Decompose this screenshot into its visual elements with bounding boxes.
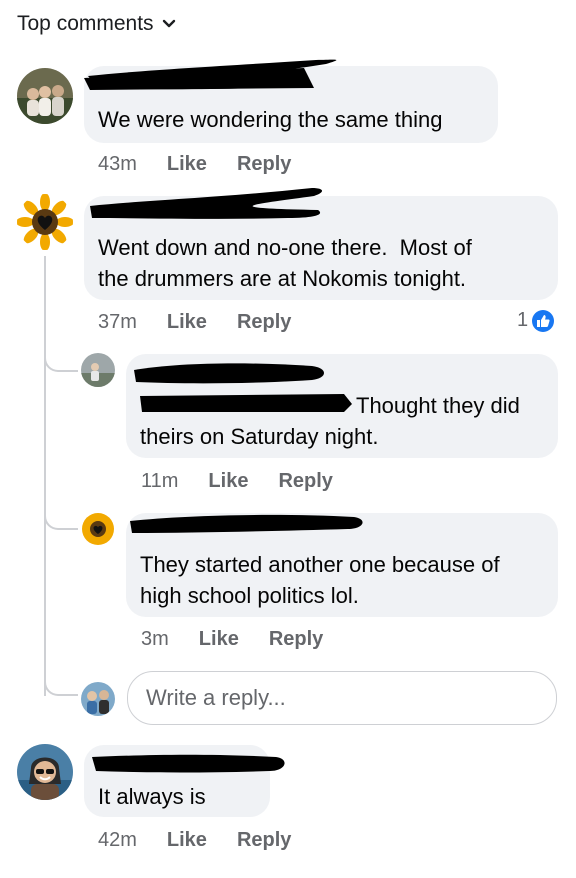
reply-text: They started another one because of high…	[140, 552, 500, 608]
avatar	[81, 682, 115, 716]
comment-bubble: It always is	[84, 745, 285, 817]
redacted-name	[92, 754, 285, 773]
reply-meta: 11m Like Reply	[141, 470, 333, 493]
reply-text: Thought they did theirs on Saturday nigh…	[140, 393, 520, 449]
reply-button[interactable]: Reply	[237, 829, 291, 852]
like-button[interactable]: Like	[167, 311, 207, 334]
like-button[interactable]: Like	[199, 628, 239, 651]
reply-button[interactable]: Reply	[269, 628, 323, 651]
reaction-count: 1	[517, 309, 529, 331]
like-button[interactable]: Like	[167, 153, 207, 176]
comment-text: We were wondering the same thing	[98, 107, 443, 132]
comment-time: 37m	[98, 311, 137, 333]
comment-text: It always is	[98, 784, 206, 809]
comment-meta: 37m Like Reply	[98, 311, 291, 334]
like-button[interactable]: Like	[208, 470, 248, 493]
comment-time: 42m	[98, 829, 137, 851]
thread-branch	[44, 514, 78, 530]
avatar[interactable]	[17, 68, 73, 124]
redacted-name	[84, 59, 337, 90]
chevron-down-icon	[162, 19, 175, 28]
redacted-name	[134, 363, 324, 384]
reply-input[interactable]: Write a reply...	[127, 671, 557, 725]
thread-line	[44, 256, 46, 696]
comment-bubble: Went down and no-one there. Most of the …	[84, 188, 558, 300]
reply-bubble: They started another one because of high…	[126, 513, 558, 617]
thumbs-up-icon	[532, 309, 555, 332]
avatar[interactable]	[17, 194, 73, 250]
sort-dropdown[interactable]: Top comments	[17, 12, 176, 36]
reply-time: 11m	[141, 470, 179, 492]
comment-bubble: We were wondering the same thing	[84, 59, 498, 143]
redacted-name	[90, 188, 323, 219]
sort-label: Top comments	[17, 12, 154, 35]
like-button[interactable]: Like	[167, 829, 207, 852]
thread-branch	[44, 356, 78, 372]
comment-text: Went down and no-one there. Most of the …	[98, 235, 472, 291]
reply-button[interactable]: Reply	[278, 470, 332, 493]
reaction-summary[interactable]: 1	[517, 309, 555, 332]
comment-time: 43m	[98, 153, 137, 175]
reply-input-placeholder: Write a reply...	[146, 685, 286, 710]
reply-time: 3m	[141, 628, 169, 650]
comment-meta: 43m Like Reply	[98, 153, 291, 176]
comment-meta: 42m Like Reply	[98, 829, 291, 852]
redacted-name	[130, 514, 363, 533]
avatar[interactable]	[17, 744, 73, 800]
reply-bubble: Thought they did theirs on Saturday nigh…	[126, 354, 558, 458]
avatar[interactable]	[81, 512, 115, 546]
reply-meta: 3m Like Reply	[141, 628, 323, 651]
reply-button[interactable]: Reply	[237, 153, 291, 176]
thread-branch	[44, 680, 78, 696]
avatar[interactable]	[81, 353, 115, 387]
reply-button[interactable]: Reply	[237, 311, 291, 334]
